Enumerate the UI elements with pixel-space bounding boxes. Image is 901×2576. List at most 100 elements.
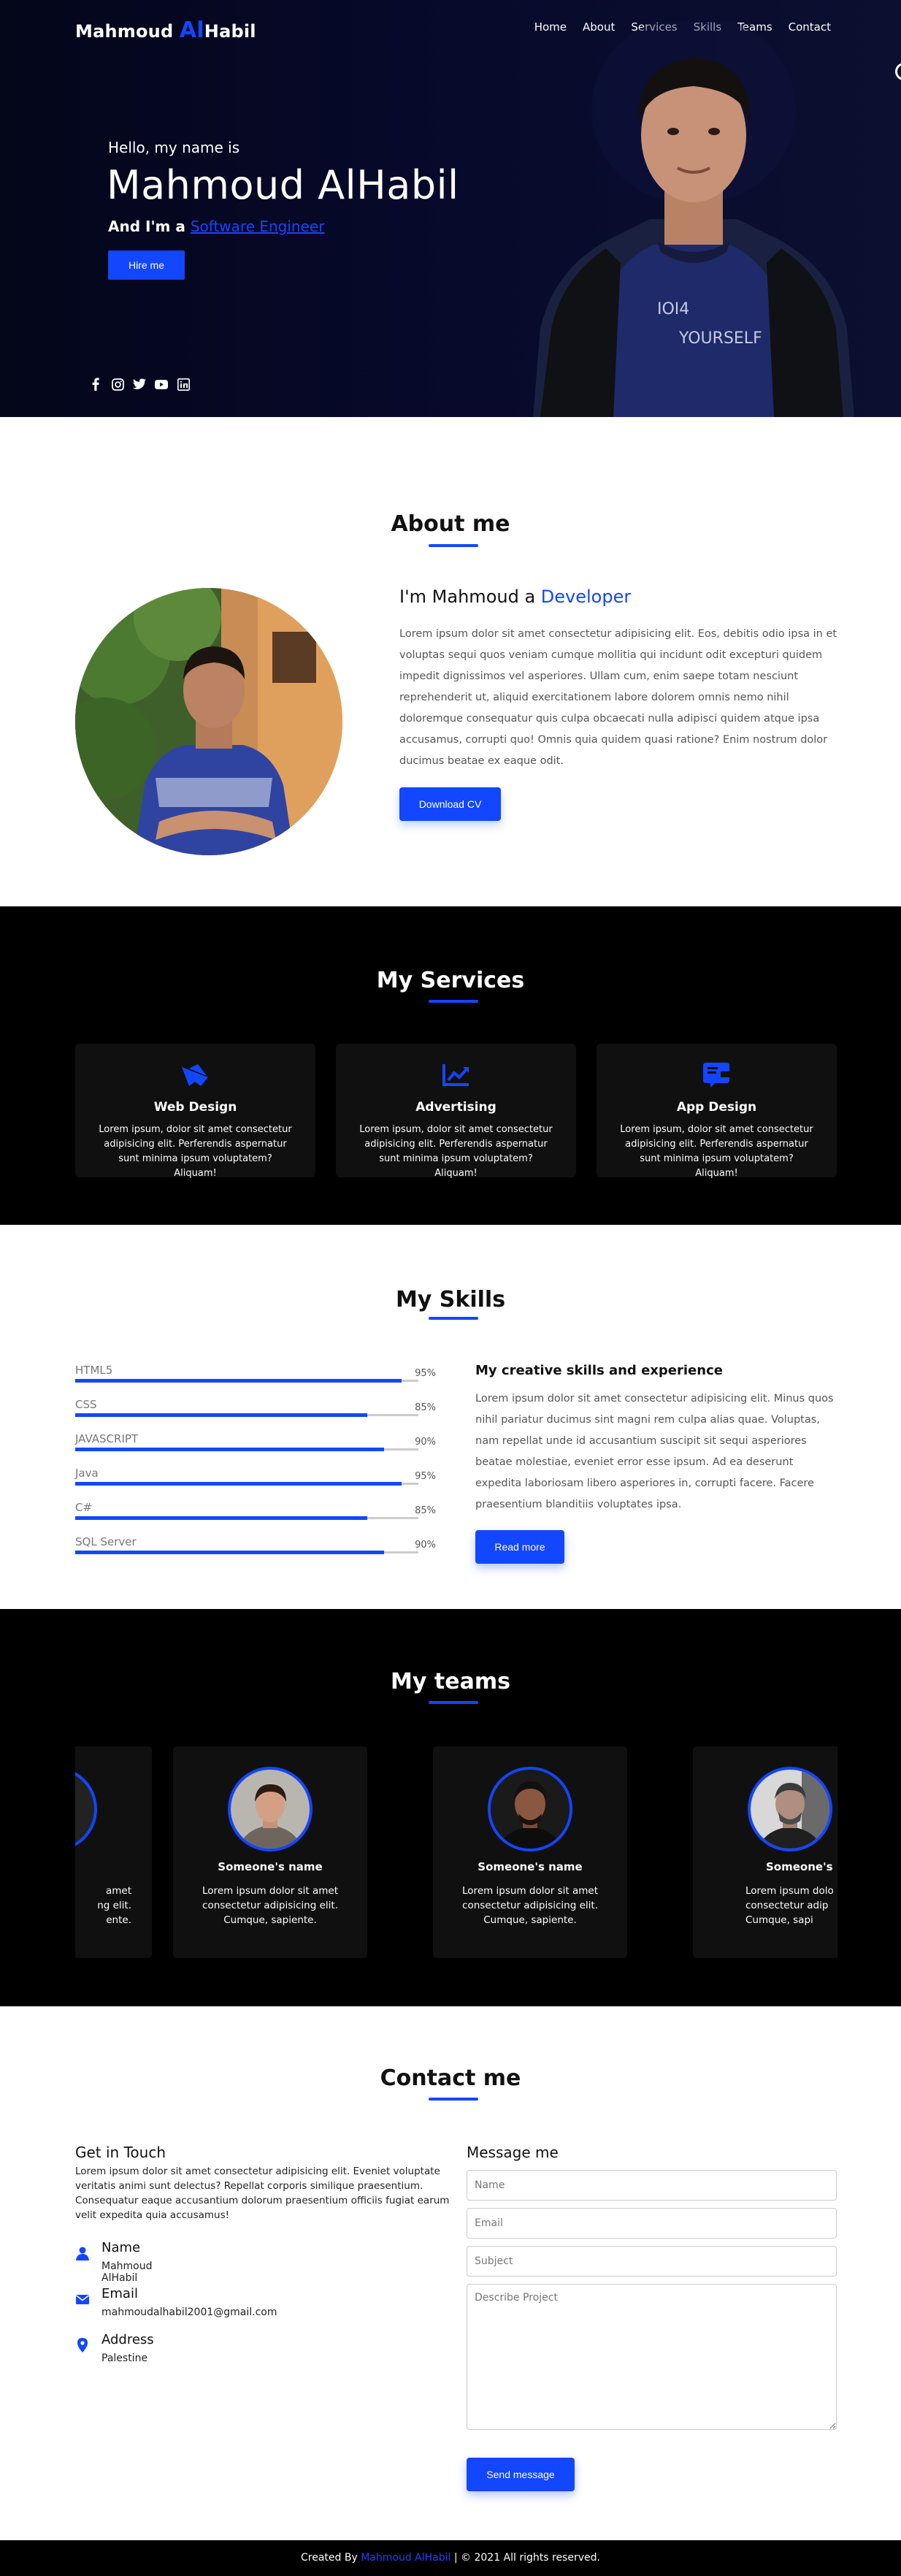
skill-track [75,1482,418,1486]
skill-bar: SQL Server 90% [75,1535,436,1554]
skill-fill [75,1551,384,1554]
about-heading-prefix: I'm Mahmoud a [399,586,541,607]
team-carousel[interactable]: e amet ng elit. ente. Someone's name Lor… [75,1746,837,1958]
services-section: My Services Web Design Lorem ipsum, dolo… [0,906,901,1225]
services-title: My Services [376,968,525,993]
skill-label: JAVASCRIPT [75,1432,139,1445]
service-name: Web Design [153,1100,237,1115]
team-avatar [228,1767,313,1851]
hero-section: Mahmoud AlHabil Home About Services Skil… [0,0,901,417]
teams-title-underline [429,1701,478,1704]
skill-track [75,1448,418,1451]
skill-label: CSS [75,1398,97,1411]
team-card[interactable]: Someone's name Lorem ipsum dolor sit ame… [433,1746,627,1958]
skill-track [75,1551,418,1554]
about-title: About me [391,511,510,537]
skill-percent: 95% [415,1368,436,1379]
service-card-app-design[interactable]: App Design Lorem ipsum, dolor sit amet c… [597,1044,837,1179]
skill-percent: 85% [415,1505,436,1516]
get-in-touch-heading: Get in Touch [75,2144,166,2161]
user-icon [76,2247,89,2260]
skill-percent: 90% [415,1437,436,1448]
team-card[interactable]: Someone's n Lorem ipsum dolo consectetur… [693,1746,837,1958]
skill-fill [75,1379,402,1383]
page: Mahmoud AlHabil Home About Services Skil… [0,0,901,2576]
contact-info-value[interactable]: mahmoudalhabil2001@gmail.com [101,2306,277,2318]
team-card[interactable]: Someone's name Lorem ipsum dolor sit ame… [173,1746,367,1958]
skill-track [75,1516,418,1520]
contact-info-value: Palestine [101,2353,148,2364]
linkedin-icon[interactable] [177,378,190,391]
skill-label: HTML5 [75,1364,113,1377]
skill-fill [75,1482,402,1486]
message-me-heading: Message me [467,2144,559,2161]
team-member-description: Lorem ipsum dolor sit amet consectetur a… [462,1885,598,1926]
service-card-web-design[interactable]: Web Design Lorem ipsum, dolor sit amet c… [75,1044,315,1179]
subject-input[interactable] [467,2246,837,2277]
hero-role-link[interactable]: Software Engineer [191,218,325,235]
hero-role: And I'm a Software Engineer [108,218,324,235]
skill-fill [75,1413,367,1417]
youtube-icon[interactable] [155,378,168,391]
services-title-underline [429,1000,478,1003]
scroll-icon[interactable] [895,63,901,80]
twitter-icon[interactable] [133,378,146,391]
skill-bar: CSS 85% [75,1398,436,1417]
envelope-icon [76,2295,89,2304]
skill-bar: C# 85% [75,1501,436,1520]
name-input[interactable] [467,2170,837,2201]
skills-heading: My creative skills and experience [475,1363,723,1378]
hire-me-button[interactable]: Hire me [108,251,185,280]
about-heading-accent: Developer [540,586,632,607]
team-member-description: amet ng elit. ente. [97,1885,131,1926]
team-card[interactable]: e amet ng elit. ente. [75,1746,152,1958]
team-member-name: Someone's name [478,1860,583,1873]
brand-accent: Al [179,18,204,43]
service-description: Lorem ipsum, dolor sit amet consectetur … [359,1124,553,1179]
skill-bar: HTML5 95% [75,1364,436,1383]
skill-track [75,1379,418,1383]
svg-text:IOI4: IOI4 [657,300,689,318]
hero-name: Mahmoud AlHabil [107,162,459,208]
footer-copyright: | © 2021 All rights reserved. [451,2552,600,2564]
service-description: Lorem ipsum, dolor sit amet consectetur … [620,1124,813,1179]
facebook-icon[interactable] [89,378,102,391]
skill-bar: JAVASCRIPT 90% [75,1432,436,1451]
contact-title: Contact me [380,2065,521,2091]
contact-intro: Lorem ipsum dolor sit amet consectetur a… [75,2166,450,2221]
hero-portrait: IOI4 YOURSELF [533,22,854,417]
teams-title: My teams [391,1669,510,1694]
chart-line-icon [442,1064,469,1086]
about-description: Lorem ipsum dolor sit amet consectetur a… [399,628,837,767]
skill-label: Java [75,1467,99,1480]
brand-logo[interactable]: Mahmoud AlHabil [75,18,256,43]
download-cv-button[interactable]: Download CV [399,787,501,821]
about-photo [75,588,342,855]
send-message-button[interactable]: Send message [467,2458,575,2491]
team-member-name: Someone's name [218,1860,323,1873]
service-card-advertising[interactable]: Advertising Lorem ipsum, dolor sit amet … [336,1044,576,1179]
brand-suffix: Habil [204,21,256,42]
brand-prefix: Mahmoud [75,21,180,42]
skills-title-underline [429,1317,478,1320]
read-more-button[interactable]: Read more [475,1530,564,1564]
contact-info-value: Mahmoud AlHabil [101,2260,153,2284]
team-avatar [75,1767,97,1851]
teams-section: My teams e amet ng elit. ente. Someone's… [0,1609,901,2006]
footer-prefix: Created By [301,2552,361,2564]
svg-text:YOURSELF: YOURSELF [678,329,762,348]
about-heading: I'm Mahmoud a Developer [399,586,631,607]
team-member-name: Someone's n [766,1860,837,1873]
contact-info-label: Email [101,2286,138,2301]
footer-author-link[interactable]: Mahmoud AlHabil [361,2552,451,2564]
skill-percent: 95% [415,1471,436,1482]
social-links [89,378,190,391]
instagram-icon[interactable] [111,378,124,391]
team-member-description: Lorem ipsum dolor sit amet consectetur a… [202,1885,338,1926]
project-description-textarea[interactable] [467,2284,837,2430]
location-pin-icon [77,2338,88,2353]
team-member-description: Lorem ipsum dolo consectetur adip Cumque… [745,1885,834,1926]
email-input[interactable] [467,2208,837,2239]
skill-percent: 90% [415,1540,436,1551]
service-name: Advertising [415,1100,496,1115]
